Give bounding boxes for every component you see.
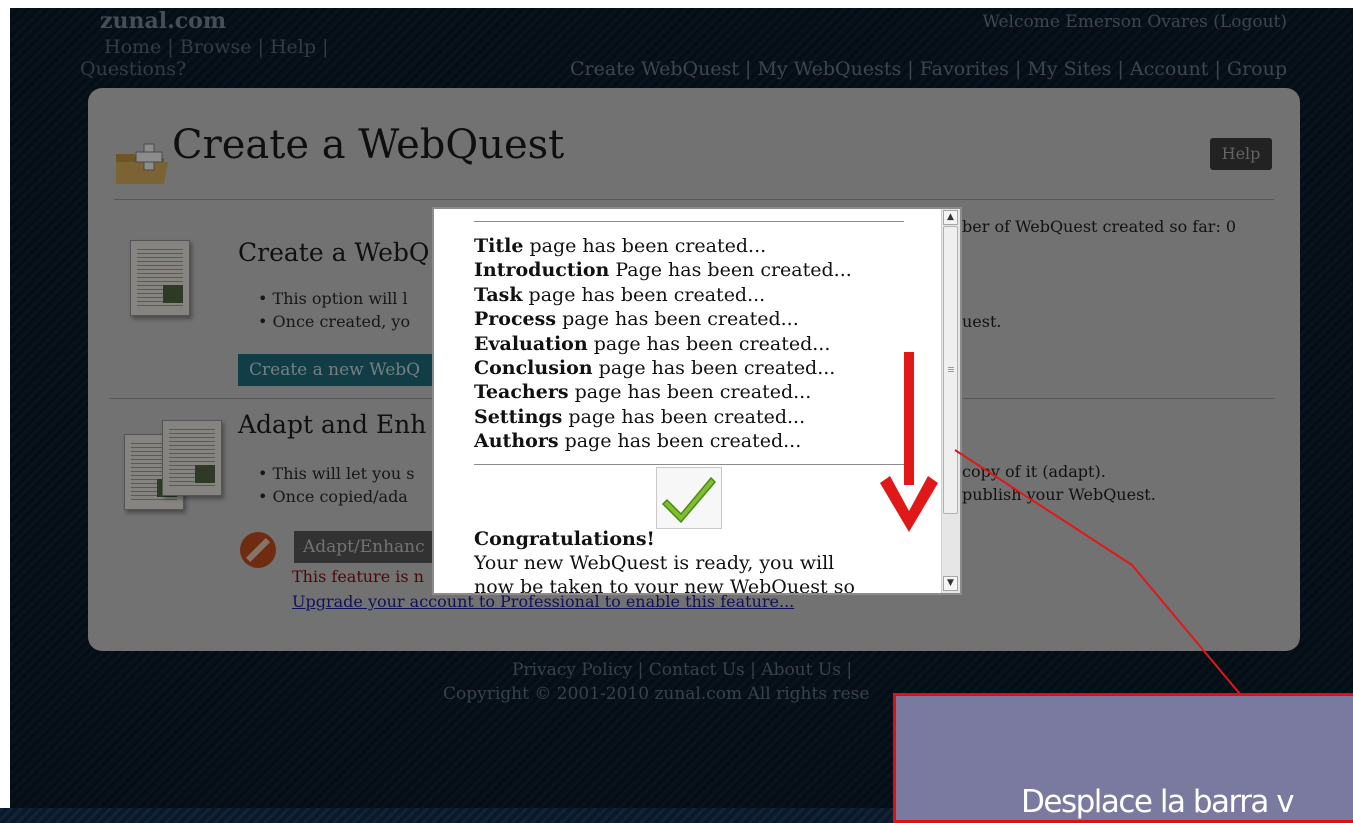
nav-my-sites[interactable]: My Sites xyxy=(1027,58,1111,80)
step-item: Settings page has been created... xyxy=(474,405,806,428)
adapt-bullet-1: This will let you s xyxy=(258,462,415,485)
create-webquest-button[interactable]: Create a new WebQ xyxy=(238,354,438,386)
site-logo[interactable]: zunal.com xyxy=(100,8,226,34)
adapt-bullet-2-tail: publish your WebQuest. xyxy=(962,485,1156,504)
create-bullet-1: This option will l xyxy=(258,287,410,310)
step-item: Teachers page has been created... xyxy=(474,381,812,404)
step-item: Conclusion page has been created... xyxy=(474,357,836,380)
questions-link[interactable]: Questions? xyxy=(80,58,186,80)
nav-create-webquest[interactable]: Create WebQuest xyxy=(570,58,739,80)
page-title: Create a WebQuest xyxy=(172,122,565,168)
adapt-bullets: This will let you s Once copied/ada xyxy=(258,462,415,508)
callout-text: Desplace la barra v xyxy=(1021,784,1295,820)
congrats-line: Your new WebQuest is ready, you will xyxy=(474,552,835,574)
nav-account[interactable]: Account xyxy=(1130,58,1209,80)
step-item: Process page has been created... xyxy=(474,308,799,331)
prohibited-icon xyxy=(240,532,276,568)
creation-steps: Title page has been created... Introduct… xyxy=(474,234,904,454)
step-item: Introduction Page has been created... xyxy=(474,259,852,282)
scroll-thumb[interactable] xyxy=(943,226,958,514)
dialog-scrollbar[interactable]: ▲ ▼ xyxy=(941,209,960,593)
instruction-callout: Desplace la barra v xyxy=(893,693,1353,823)
welcome-text[interactable]: Welcome Emerson Ovares (Logout) xyxy=(982,12,1287,32)
congrats-message: Congratulations! Your new WebQuest is re… xyxy=(474,527,894,595)
webquest-count: ber of WebQuest created so far: 0 xyxy=(962,217,1237,236)
create-bullet-2-tail: uest. xyxy=(962,312,1002,331)
dialog-divider xyxy=(474,221,904,222)
adapt-enhance-button[interactable]: Adapt/Enhanc xyxy=(294,531,444,563)
top-margin xyxy=(10,0,1353,8)
dialog-content: Title page has been created... Introduct… xyxy=(474,209,904,465)
dialog-divider xyxy=(474,463,904,465)
progress-dialog: Title page has been created... Introduct… xyxy=(432,207,962,595)
feature-warning: This feature is n xyxy=(292,567,424,586)
document-icon xyxy=(130,240,190,316)
scroll-up-arrow-icon[interactable]: ▲ xyxy=(943,210,958,225)
adapt-bullet-2: Once copied/ada xyxy=(258,485,414,508)
divider xyxy=(114,199,1274,200)
adapt-section-title: Adapt and Enh xyxy=(238,410,427,439)
congrats-title: Congratulations xyxy=(474,528,647,550)
footer-links[interactable]: Privacy Policy | Contact Us | About Us | xyxy=(512,660,852,680)
step-item: Evaluation page has been created... xyxy=(474,332,831,355)
top-nav[interactable]: Home | Browse | Help | xyxy=(104,36,328,58)
create-bullets: This option will l Once created, yo xyxy=(258,287,411,333)
congrats-line: now be taken to your new WebQuest so xyxy=(474,576,855,595)
left-margin xyxy=(0,0,10,808)
main-nav: Create WebQuest | My WebQuests | Favorit… xyxy=(570,58,1287,80)
folder-add-icon xyxy=(116,143,168,184)
nav-my-webquests[interactable]: My WebQuests xyxy=(757,58,901,80)
checkmark-icon xyxy=(656,467,722,529)
adapt-bullet-1-tail: copy of it (adapt). xyxy=(962,462,1106,481)
help-button[interactable]: Help xyxy=(1210,138,1272,170)
document-icon xyxy=(162,420,222,496)
step-item: Title page has been created... xyxy=(474,235,767,257)
create-section-title: Create a WebQ xyxy=(238,238,430,267)
step-item: Authors page has been created... xyxy=(474,430,802,453)
nav-favorites[interactable]: Favorites xyxy=(920,58,1009,80)
nav-group[interactable]: Group xyxy=(1227,58,1287,80)
footer-copyright: Copyright © 2001-2010 zunal.com All righ… xyxy=(443,684,870,704)
create-bullet-2: Once created, yo xyxy=(258,310,411,333)
scroll-down-arrow-icon[interactable]: ▼ xyxy=(943,576,958,591)
step-item: Task page has been created... xyxy=(474,283,766,306)
